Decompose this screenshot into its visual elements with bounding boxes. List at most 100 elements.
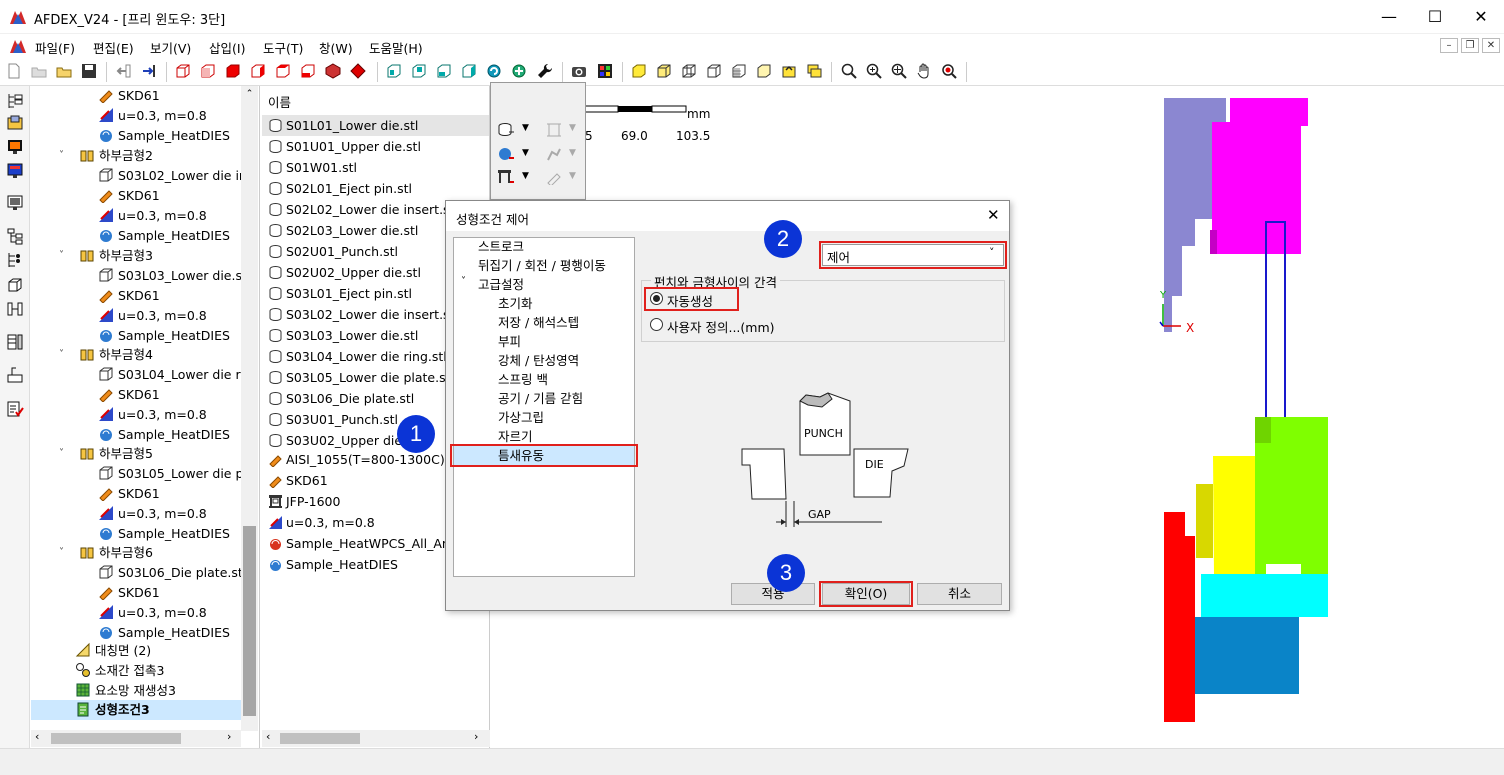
- file-item[interactable]: S01W01.stl: [268, 157, 357, 178]
- tree-item[interactable]: S03L04_Lower die ri: [98, 365, 244, 385]
- dialog-close-button[interactable]: ✕: [987, 206, 1000, 224]
- tree-item[interactable]: Sample_HeatDIES: [98, 226, 230, 246]
- tree-item[interactable]: SKD61: [98, 385, 160, 405]
- menu-edit[interactable]: 편집(E): [93, 38, 134, 57]
- menu-file[interactable]: 파일(F): [35, 38, 75, 57]
- tree-item[interactable]: u=0.3, m=0.8: [98, 405, 207, 425]
- file-item[interactable]: S02L01_Eject pin.stl: [268, 178, 412, 199]
- settings-item[interactable]: 저장 / 해석스텝: [498, 314, 579, 332]
- new-file-icon[interactable]: [6, 63, 22, 79]
- minimize-button[interactable]: —: [1366, 0, 1412, 34]
- view-teal-cube-3-icon[interactable]: [436, 63, 452, 79]
- edit-tool-icon[interactable]: [6, 366, 24, 384]
- tree-item[interactable]: S03L06_Die plate.stl: [98, 563, 246, 583]
- file-item[interactable]: S02L03_Lower die.stl: [268, 220, 418, 241]
- layers-icon[interactable]: [806, 63, 822, 79]
- file-item[interactable]: S03L05_Lower die plate.stl: [268, 367, 454, 388]
- tree-item[interactable]: Sample_HeatDIES: [98, 326, 230, 346]
- tree-vertical-scrollbar[interactable]: ⌃: [241, 86, 258, 731]
- settings-item[interactable]: 초기화: [498, 295, 533, 313]
- mdi-restore-button[interactable]: ❐: [1461, 38, 1479, 53]
- wireframe-hidden-icon[interactable]: [706, 63, 722, 79]
- file-item[interactable]: S03L04_Lower die ring.stl: [268, 346, 447, 367]
- file-item[interactable]: SKD61: [268, 470, 328, 491]
- scroll-thumb[interactable]: [51, 733, 181, 744]
- tree-item[interactable]: SKD61: [98, 86, 160, 106]
- view-teal-cube-1-icon[interactable]: [386, 63, 402, 79]
- tree-item[interactable]: 대칭면 (2): [75, 641, 151, 661]
- tree-item[interactable]: SKD61: [98, 484, 160, 504]
- view-teal-cube-2-icon[interactable]: [411, 63, 427, 79]
- file-item[interactable]: JFP-1600: [268, 491, 340, 512]
- column-header-name[interactable]: 이름: [268, 92, 291, 111]
- tree-item[interactable]: 요소망 재생성3: [75, 681, 176, 701]
- die-setup-icon[interactable]: [497, 122, 515, 138]
- file-item[interactable]: S01L01_Lower die.stl: [268, 115, 418, 136]
- mesh-view-icon[interactable]: [731, 63, 747, 79]
- color-palette-icon[interactable]: [597, 63, 613, 79]
- radio-user[interactable]: [650, 318, 663, 331]
- close-window-button[interactable]: ✕: [1458, 0, 1504, 34]
- settings-item[interactable]: 스트로크: [478, 238, 524, 256]
- file-list-horizontal-scrollbar[interactable]: ‹ ›: [262, 730, 490, 747]
- save-icon[interactable]: [81, 63, 97, 79]
- heat-setup-icon[interactable]: [497, 146, 515, 162]
- scroll-right-icon[interactable]: ›: [474, 730, 478, 743]
- scroll-right-icon[interactable]: ›: [227, 730, 231, 743]
- file-item[interactable]: S03L06_Die plate.stl: [268, 388, 414, 409]
- hierarchy-icon[interactable]: [6, 227, 24, 245]
- tree-item[interactable]: u=0.3, m=0.8: [98, 106, 207, 126]
- settings-item[interactable]: 고급설정: [478, 276, 524, 294]
- scroll-thumb[interactable]: [280, 733, 360, 744]
- settings-item[interactable]: 강체 / 탄성영역: [498, 352, 579, 370]
- wireframe-icon[interactable]: [681, 63, 697, 79]
- camera-icon[interactable]: [571, 63, 587, 79]
- view-cube-right-icon[interactable]: [300, 63, 316, 79]
- dropdown-arrow-icon[interactable]: ▼: [522, 171, 529, 181]
- file-item[interactable]: Sample_HeatDIES: [268, 554, 398, 575]
- file-item[interactable]: u=0.3, m=0.8: [268, 512, 375, 533]
- menu-insert[interactable]: 삽입(I): [209, 38, 245, 57]
- menu-tools[interactable]: 도구(T): [263, 38, 303, 57]
- tree-item[interactable]: u=0.3, m=0.8: [98, 504, 207, 524]
- tree-item[interactable]: Sample_HeatDIES: [98, 425, 230, 445]
- settings-item[interactable]: 부피: [498, 333, 521, 351]
- scroll-up-icon[interactable]: ⌃: [241, 86, 258, 103]
- view-teal-cube-4-icon[interactable]: [461, 63, 477, 79]
- monitor-icon[interactable]: [6, 162, 24, 180]
- tree-item[interactable]: S03L03_Lower die.st: [98, 266, 247, 286]
- import-icon[interactable]: [116, 63, 132, 79]
- file-item[interactable]: S03L03_Lower die.stl: [268, 325, 418, 346]
- pan-hand-icon[interactable]: [916, 63, 932, 79]
- zoom-reset-icon[interactable]: [941, 63, 957, 79]
- settings-item[interactable]: 뒤집기 / 회전 / 평행이동: [478, 257, 606, 275]
- shade-edge-icon[interactable]: [656, 63, 672, 79]
- tree-item[interactable]: u=0.3, m=0.8: [98, 306, 207, 326]
- collapse-chevron-icon[interactable]: ˅: [59, 547, 64, 558]
- tree-item[interactable]: SKD61: [98, 583, 160, 603]
- scroll-thumb[interactable]: [243, 526, 256, 716]
- tree-group-item[interactable]: 하부금형5: [79, 444, 153, 464]
- view-cube-front-icon[interactable]: [175, 63, 191, 79]
- open-file-disabled-icon[interactable]: [31, 63, 47, 79]
- display-icon[interactable]: [6, 194, 24, 212]
- tree-item[interactable]: S03L02_Lower die ir: [98, 166, 244, 186]
- tree-item[interactable]: 소재간 접촉3: [75, 661, 164, 681]
- mdi-close-button[interactable]: ✕: [1482, 38, 1500, 53]
- menu-help[interactable]: 도움말(H): [369, 38, 423, 57]
- shade-solid-icon[interactable]: [631, 63, 647, 79]
- outline-view-icon[interactable]: [756, 63, 772, 79]
- file-item[interactable]: S03U01_Punch.stl: [268, 409, 398, 430]
- zoom-fit-icon[interactable]: [841, 63, 857, 79]
- sync-view-icon[interactable]: [781, 63, 797, 79]
- view-cube-back-icon[interactable]: [200, 63, 216, 79]
- tree-item[interactable]: Sample_HeatDIES: [98, 524, 230, 544]
- view-cube-top-icon[interactable]: [225, 63, 241, 79]
- rotate-view-icon[interactable]: [486, 63, 502, 79]
- view-cube-bottom-icon[interactable]: [250, 63, 266, 79]
- wrench-icon[interactable]: [537, 63, 553, 79]
- tree-item[interactable]: u=0.3, m=0.8: [98, 206, 207, 226]
- scroll-left-icon[interactable]: ‹: [35, 730, 39, 743]
- tree-item-selected[interactable]: 성형조건3: [31, 700, 241, 720]
- cube-outline-icon[interactable]: [6, 276, 24, 294]
